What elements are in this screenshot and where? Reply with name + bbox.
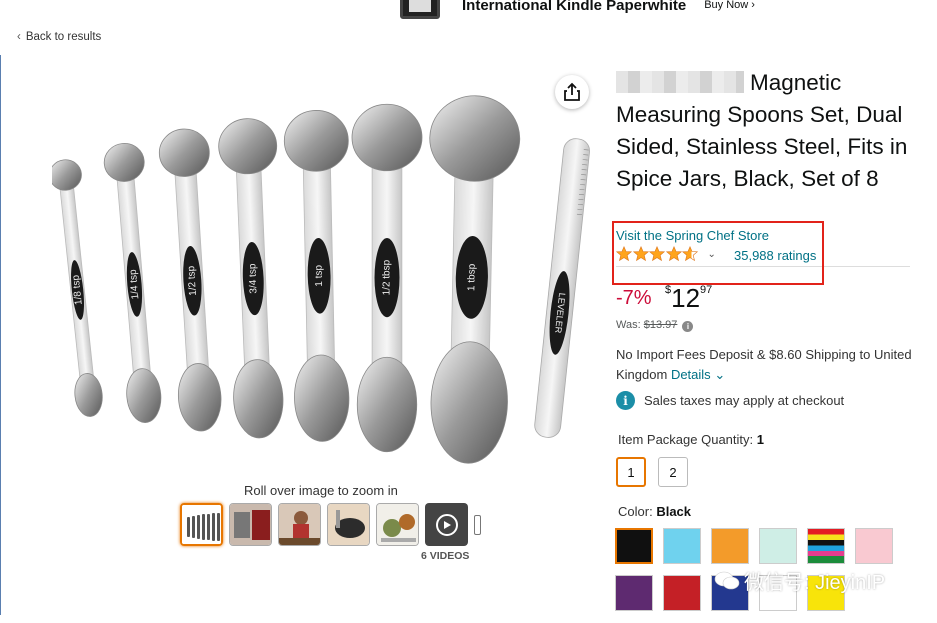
quantity-option-1[interactable]: 1: [616, 457, 646, 487]
wechat-icon: [714, 571, 740, 589]
share-icon: [564, 82, 580, 101]
video-thumbnail[interactable]: [425, 503, 468, 546]
spoon: 3/4 tsp: [218, 118, 284, 439]
spoon: 1/2 tsp: [158, 128, 222, 432]
more-thumbnails-indicator[interactable]: [474, 515, 481, 535]
kindle-image: [400, 0, 440, 19]
swatch-purple[interactable]: [615, 575, 653, 611]
was-label: Was:: [616, 319, 641, 331]
spoon: 1 tsp: [283, 110, 350, 442]
spoon-label: 1 tbsp: [466, 263, 478, 291]
back-to-results-link[interactable]: ‹ Back to results: [17, 31, 101, 43]
chevron-left-icon: ‹: [17, 31, 21, 43]
price: $1297: [665, 283, 712, 314]
thumbnail-5[interactable]: [376, 503, 419, 546]
chevron-down-icon: ⌄: [714, 367, 726, 382]
price-fraction: 97: [700, 284, 713, 296]
swatch-red[interactable]: [663, 575, 701, 611]
tax-text: Sales taxes may apply at checkout: [644, 393, 845, 408]
play-icon: [435, 513, 458, 536]
info-icon[interactable]: i: [682, 321, 694, 332]
swatch-rainbow[interactable]: [807, 528, 845, 564]
product-main-image[interactable]: 1/8 tsp 1/4 tsp 1/2 tsp 3/4 tsp 1 tsp 1/2 tbs…: [52, 68, 600, 464]
share-button[interactable]: [555, 75, 589, 109]
info-icon: i: [616, 391, 635, 410]
thumbnail-2[interactable]: [229, 503, 272, 546]
shipping-text: No Import Fees Deposit & $8.60 Shipping …: [616, 347, 912, 382]
color-label-text: Color:: [618, 504, 653, 519]
top-banner[interactable]: International Kindle Paperwhite Buy Now …: [400, 0, 755, 19]
thumbnail-4[interactable]: [327, 503, 370, 546]
thumbnail-1[interactable]: [180, 503, 223, 546]
wechat-watermark: 微信号: JieyinIP: [714, 566, 885, 595]
shipping-info: No Import Fees Deposit & $8.60 Shipping …: [616, 345, 916, 385]
was-price-value: $13.97: [643, 319, 678, 331]
spoon-label: 1/2 tbsp: [382, 259, 393, 295]
was-price: Was: $13.97 i: [616, 319, 694, 332]
highlight-box: [612, 221, 824, 285]
banner-buy-link[interactable]: Buy Now ›: [704, 0, 755, 11]
spoon: 1/2 tbsp: [351, 103, 423, 453]
swatch-mint[interactable]: [759, 528, 797, 564]
swatch-orange[interactable]: [711, 528, 749, 564]
swatch-black[interactable]: [615, 528, 653, 564]
banner-title[interactable]: International Kindle Paperwhite: [462, 0, 686, 14]
swatch-sky-blue[interactable]: [663, 528, 701, 564]
watermark-text: 微信号: JieyinIP: [744, 572, 886, 594]
spoon-label: 1 tsp: [314, 264, 325, 286]
discount-percent: -7%: [616, 287, 652, 309]
details-link[interactable]: Details ⌄: [671, 367, 725, 382]
videos-count[interactable]: 6 VIDEOS: [421, 550, 469, 562]
quantity-label: Item Package Quantity: 1: [618, 432, 764, 447]
color-selected: Black: [656, 504, 692, 519]
quantity-label-text: Item Package Quantity:: [618, 432, 754, 447]
back-label: Back to results: [25, 31, 102, 43]
tax-notice: i Sales taxes may apply at checkout: [616, 391, 844, 410]
page-edge: [0, 55, 1, 615]
price-whole: 12: [671, 283, 701, 313]
spoon-label: 3/4 tsp: [247, 263, 259, 294]
spoon: 1/8 tsp: [52, 159, 103, 417]
thumbnail-3[interactable]: [278, 503, 321, 546]
product-title: Magnetic Measuring Spoons Set, Dual Side…: [616, 67, 916, 195]
thumbnail-strip: [180, 503, 481, 546]
spoon: 1 tbsp: [429, 95, 521, 464]
color-label: Color: Black: [618, 504, 691, 519]
spoon-label: 1/2 tsp: [186, 265, 199, 296]
quantity-option-2[interactable]: 2: [658, 457, 688, 487]
quantity-selected: 1: [756, 432, 764, 447]
swatch-pink[interactable]: [855, 528, 893, 564]
details-label[interactable]: Details: [671, 367, 711, 382]
blurred-brand: [616, 71, 744, 93]
zoom-hint: Roll over image to zoom in: [244, 483, 398, 498]
spoon: 1/4 tsp: [103, 143, 162, 423]
leveler: LEVELER: [534, 138, 590, 438]
